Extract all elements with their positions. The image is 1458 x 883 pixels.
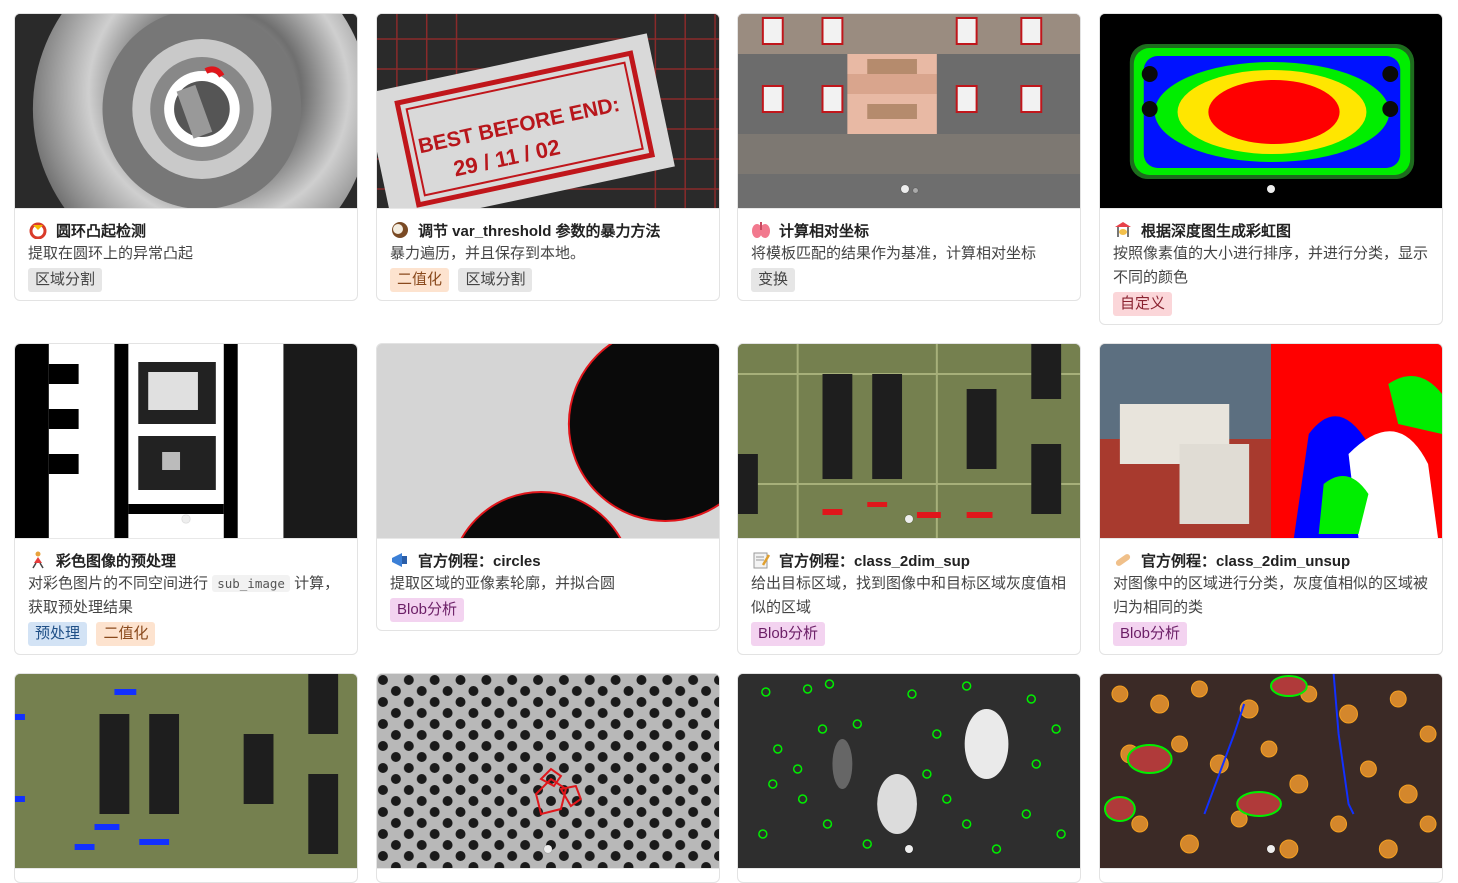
tag-transform[interactable]: 变换: [751, 268, 796, 292]
card-thumbnail[interactable]: [1100, 344, 1442, 539]
megaphone-icon: [390, 551, 410, 569]
dancer-icon: [28, 551, 48, 569]
sub-image-code: sub_image: [212, 575, 290, 592]
tag-preprocess[interactable]: 预处理: [28, 622, 88, 646]
card-title: 官方例程：class_2dim_sup: [779, 552, 970, 570]
card-title: 圆环凸起检测: [56, 222, 147, 240]
coconut-icon: [390, 221, 410, 239]
card-thumbnail[interactable]: BEST BEFORE END: 29 / 11 / 02: [377, 14, 719, 209]
card-description: 提取在圆环上的异常凸起: [28, 245, 194, 262]
desc-text-before: 对彩色图片的不同空间进行: [28, 575, 209, 592]
lungs-icon: [751, 221, 771, 239]
card-thumbnail[interactable]: [738, 674, 1080, 869]
example-card-row3-3[interactable]: [737, 673, 1081, 883]
card-description: 暴力遍历，并且保存到本地。: [390, 245, 586, 262]
card-thumbnail[interactable]: [1100, 674, 1442, 869]
tag-binarization[interactable]: 二值化: [390, 268, 450, 292]
tag-region-segmentation[interactable]: 区域分割: [458, 268, 533, 292]
card-description: 提取区域的亚像素轮廓，并拟合圆: [390, 575, 616, 592]
card-description: 将模板匹配的结果作为基准，计算相对坐标: [751, 245, 1037, 262]
tag-custom[interactable]: 自定义: [1113, 292, 1173, 316]
memo-icon: [751, 551, 771, 569]
ring-icon: [28, 221, 48, 240]
example-card-row3-2[interactable]: [376, 673, 720, 883]
card-thumbnail[interactable]: [15, 674, 357, 869]
card-description: 对图像中的区域进行分类，灰度值相似的区域被归为相同的类: [1113, 575, 1429, 616]
example-card-class-2dim-sup[interactable]: 官方例程：class_2dim_sup 给出目标区域，找到图像中和目标区域灰度值…: [737, 343, 1081, 655]
bandage-icon: [1113, 551, 1133, 569]
card-thumbnail[interactable]: [1100, 14, 1442, 209]
example-card-color-preprocess[interactable]: 彩色图像的预处理 对彩色图片的不同空间进行 sub_image 计算，获取预处理…: [14, 343, 358, 655]
card-title: 官方例程：class_2dim_unsup: [1141, 552, 1351, 570]
card-thumbnail[interactable]: [738, 344, 1080, 539]
example-card-rainbow-depth[interactable]: 根据深度图生成彩虹图 按照像素值的大小进行排序，并进行分类，显示不同的颜色 自定…: [1099, 13, 1443, 325]
card-description: 给出目标区域，找到图像中和目标区域灰度值相似的区域: [751, 575, 1067, 616]
example-card-row3-1[interactable]: [14, 673, 358, 883]
example-card-class-2dim-unsup[interactable]: 官方例程：class_2dim_unsup 对图像中的区域进行分类，灰度值相似的…: [1099, 343, 1443, 655]
card-title: 官方例程：circles: [418, 552, 541, 570]
tag-binarization[interactable]: 二值化: [96, 622, 156, 646]
card-thumbnail[interactable]: [15, 344, 357, 539]
example-card-var-threshold[interactable]: BEST BEFORE END: 29 / 11 / 02 调节 var_thr…: [376, 13, 720, 301]
example-card-circles[interactable]: 官方例程：circles 提取区域的亚像素轮廓，并拟合圆 Blob分析: [376, 343, 720, 631]
card-description: 对彩色图片的不同空间进行 sub_image 计算，获取预处理结果: [28, 572, 344, 620]
tag-blob-analysis[interactable]: Blob分析: [1113, 622, 1188, 646]
tag-blob-analysis[interactable]: Blob分析: [390, 598, 465, 622]
card-thumbnail[interactable]: [377, 674, 719, 869]
example-card-row3-4[interactable]: [1099, 673, 1443, 883]
card-title: 计算相对坐标: [779, 222, 870, 240]
card-description: 按照像素值的大小进行排序，并进行分类，显示不同的颜色: [1113, 245, 1429, 286]
card-thumbnail[interactable]: [738, 14, 1080, 209]
card-title: 根据深度图生成彩虹图: [1141, 222, 1292, 240]
card-thumbnail[interactable]: [15, 14, 357, 209]
example-card-ring[interactable]: 圆环凸起检测 提取在圆环上的异常凸起 区域分割: [14, 13, 358, 301]
example-card-relative-coords[interactable]: 计算相对坐标 将模板匹配的结果作为基准，计算相对坐标 变换: [737, 13, 1081, 301]
card-title: 调节 var_threshold 参数的暴力方法: [418, 222, 661, 240]
card-title: 彩色图像的预处理: [56, 552, 177, 570]
card-thumbnail[interactable]: [377, 344, 719, 539]
tag-region-segmentation[interactable]: 区域分割: [28, 268, 103, 292]
tag-blob-analysis[interactable]: Blob分析: [751, 622, 826, 646]
carousel-icon: [1113, 221, 1133, 239]
